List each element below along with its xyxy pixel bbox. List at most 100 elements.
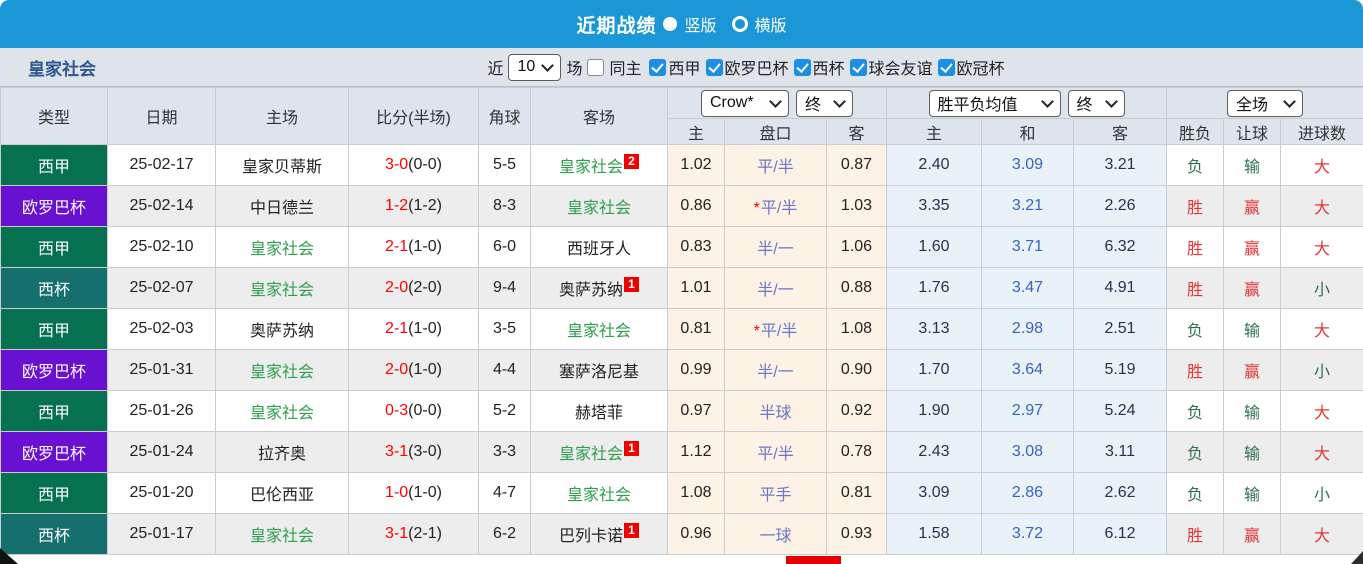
cell-score: 1-2(1-2) [348, 185, 479, 227]
games-label: 场 [566, 61, 583, 78]
col-header-home: 主场 [215, 87, 349, 145]
fulltime-score: 2-1 [385, 238, 409, 255]
league-label: 西甲 [668, 61, 701, 78]
cell-asia-home: 1.08 [667, 472, 725, 514]
cell-home-team: 皇家社会 [215, 226, 349, 268]
cell-asia-handicap: 平/半 [724, 144, 827, 186]
scope-select-group: 全场 [1166, 87, 1363, 119]
league-checkbox[interactable] [649, 58, 667, 76]
cell-handicap-result: 赢 [1223, 349, 1282, 391]
cell-score: 1-0(1-0) [348, 472, 479, 514]
col-header-type: 类型 [0, 87, 108, 145]
cell-asia-away: 1.08 [826, 308, 887, 350]
col-header-asia-handicap: 盘口 [724, 118, 827, 145]
cell-goals-result: 大 [1280, 513, 1363, 555]
cell-corners: 5-5 [478, 144, 531, 186]
chevron-down-icon [1283, 94, 1296, 108]
cell-avg-away: 4.91 [1072, 267, 1168, 309]
cell-avg-away: 3.11 [1072, 431, 1168, 473]
fulltime-score: 0-3 [385, 402, 409, 419]
cell-score: 0-3(0-0) [348, 390, 479, 432]
cell-corners: 5-2 [478, 390, 531, 432]
cell-corners: 3-5 [478, 308, 531, 350]
cell-handicap-result: 输 [1223, 472, 1282, 514]
cell-handicap-result: 输 [1223, 308, 1282, 350]
avg-odds-value: 胜平负均值 [937, 97, 1018, 114]
cell-corners: 4-4 [478, 349, 531, 391]
col-header-corners: 角球 [478, 87, 531, 145]
cell-asia-away: 0.81 [826, 472, 887, 514]
cell-asia-away: 1.06 [826, 226, 887, 268]
halftime-score: (1-2) [408, 197, 442, 214]
col-header-score: 比分(半场) [348, 87, 479, 145]
chevron-down-icon [541, 58, 555, 72]
cell-score: 3-1(2-1) [348, 513, 479, 555]
cell-score: 2-0(1-0) [348, 349, 479, 391]
cell-league-type: 西甲 [0, 472, 108, 514]
cell-asia-handicap: 半/一 [724, 226, 827, 268]
cell-avg-draw: 3.08 [981, 431, 1074, 473]
col-header-date: 日期 [107, 87, 216, 145]
halftime-score: (1-0) [408, 361, 442, 378]
cell-avg-away: 6.32 [1072, 226, 1168, 268]
cell-home-team: 奥萨苏纳 [215, 308, 349, 350]
cell-score: 2-1(1-0) [348, 308, 479, 350]
cell-away-team: 皇家社会 2 [530, 144, 668, 186]
halftime-score: (0-0) [408, 402, 442, 419]
league-checkbox[interactable] [937, 58, 955, 76]
cell-avg-away: 3.21 [1072, 144, 1168, 186]
horizontal-radio[interactable] [731, 16, 748, 32]
fulltime-score: 2-0 [385, 361, 409, 378]
table-row: 西甲 25-02-03 奥萨苏纳 2-1(1-0) 3-5 皇家社会 0.81 *平/半 1.0… [0, 308, 1363, 350]
cell-goals-result: 大 [1280, 185, 1363, 227]
league-checkbox[interactable] [849, 58, 867, 76]
company-select-value: Crow* [710, 94, 754, 111]
cell-avg-home: 1.58 [886, 513, 982, 555]
cell-asia-home: 0.83 [667, 226, 725, 268]
vertical-radio[interactable] [663, 17, 678, 31]
league-checkbox[interactable] [705, 58, 723, 76]
asia-time-select[interactable]: 终 [796, 89, 853, 117]
scope-select[interactable]: 全场 [1227, 89, 1304, 117]
league-label: 欧罗巴杯 [724, 61, 789, 78]
fulltime-score: 1-2 [385, 197, 409, 214]
cell-result: 负 [1166, 308, 1225, 350]
cell-away-team: 西班牙人 [530, 226, 668, 268]
table-row: 西甲 25-02-17 皇家贝蒂斯 3-0(0-0) 5-5 皇家社会 2 1.02 平/半 0.… [0, 144, 1363, 186]
team-name: 皇家社会 [28, 59, 96, 79]
fulltime-score: 2-0 [385, 279, 409, 296]
cell-date: 25-01-31 [107, 349, 216, 391]
handicap-change-star: * [753, 200, 760, 217]
results-table: 类型 日期 主场 比分(半场) 角球 客场 Crow* 终 胜平负均值 终 全场… [0, 87, 1363, 555]
company-select[interactable]: Crow* [701, 89, 789, 117]
red-card-badge: 2 [624, 154, 639, 169]
cell-date: 25-01-20 [107, 472, 216, 514]
cell-home-team: 巴伦西亚 [215, 472, 349, 514]
cell-handicap-result: 赢 [1223, 513, 1282, 555]
cell-away-team: 皇家社会 1 [530, 431, 668, 473]
cell-asia-away: 1.03 [826, 185, 887, 227]
cell-avg-home: 1.90 [886, 390, 982, 432]
avg-odds-select[interactable]: 胜平负均值 [928, 89, 1061, 117]
halftime-score: (1-0) [408, 238, 442, 255]
col-header-result: 胜负 [1166, 118, 1225, 145]
col-header-asia-away: 客 [826, 118, 887, 145]
cell-avg-away: 6.12 [1072, 513, 1168, 555]
vertical-radio-label[interactable]: 竖版 [684, 12, 716, 36]
same-home-checkbox[interactable] [587, 58, 605, 76]
cell-handicap-result: 赢 [1223, 267, 1282, 309]
chevron-down-icon [833, 94, 846, 108]
league-checkbox[interactable] [793, 58, 811, 76]
cell-goals-result: 小 [1280, 472, 1363, 514]
cell-corners: 9-4 [478, 267, 531, 309]
match-count-select[interactable]: 10 [508, 53, 562, 81]
cell-asia-handicap: 平/半 [724, 431, 827, 473]
avg-time-select[interactable]: 终 [1067, 89, 1125, 117]
horizontal-radio-label[interactable]: 横版 [755, 12, 787, 36]
cell-result: 胜 [1166, 513, 1225, 555]
cell-avg-away: 2.51 [1072, 308, 1168, 350]
table-row: 西甲 25-01-26 皇家社会 0-3(0-0) 5-2 赫塔菲 0.97 半球 0.92 1.… [0, 390, 1363, 432]
asia-odds-select-group: Crow* 终 [667, 87, 887, 119]
cell-avg-home: 1.76 [886, 267, 982, 309]
halftime-score: (2-0) [408, 279, 442, 296]
